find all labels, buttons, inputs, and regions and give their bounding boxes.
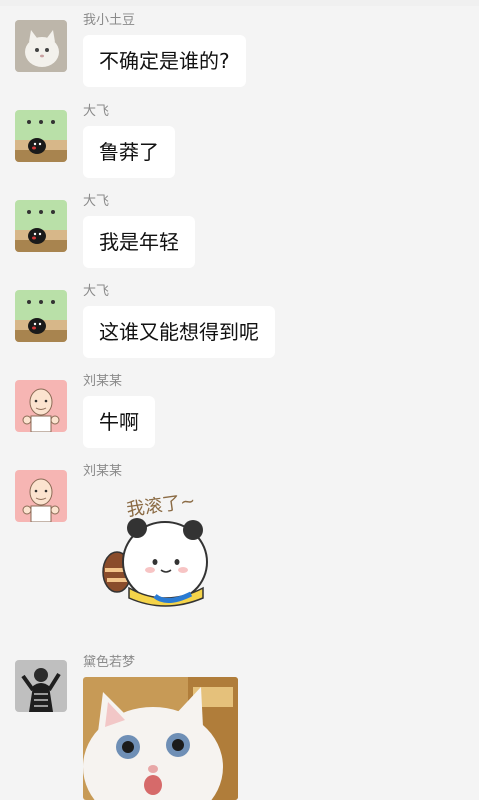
message-bubble[interactable]: 我是年轻: [83, 216, 195, 268]
sender-name: 大飞: [83, 104, 110, 119]
avatar[interactable]: [15, 470, 67, 522]
sender-name: 我小土豆: [83, 13, 136, 28]
sender-name: 大飞: [83, 194, 110, 209]
kumamon-avatar-icon: [15, 200, 67, 252]
avatar[interactable]: [15, 290, 67, 342]
avatar[interactable]: [15, 380, 67, 432]
avatar[interactable]: [15, 110, 67, 162]
sender-name: 大飞: [83, 284, 110, 299]
message-bubble[interactable]: 鲁莽了: [83, 126, 175, 178]
sender-name: 黛色若梦: [83, 655, 136, 670]
sender-name: 刘某某: [83, 374, 123, 389]
kumamon-avatar-icon: [15, 290, 67, 342]
sender-name: 刘某某: [83, 464, 123, 479]
avatar[interactable]: [15, 660, 67, 712]
old-man-cartoon-avatar-icon: [15, 380, 67, 432]
white-cat-photo[interactable]: [83, 677, 238, 800]
avatar[interactable]: [15, 200, 67, 252]
top-divider: [0, 0, 479, 6]
panda-sticker-icon: 我滚了~: [102, 490, 208, 607]
person-photo-avatar-icon: [15, 660, 67, 712]
white-cat-avatar-icon: [15, 20, 67, 72]
kumamon-avatar-icon: [15, 110, 67, 162]
message-bubble[interactable]: 牛啊: [83, 396, 155, 448]
sticker-text: 我滚了~: [125, 490, 196, 520]
panda-sticker[interactable]: 我滚了~: [95, 490, 220, 610]
avatar[interactable]: [15, 20, 67, 72]
message-bubble[interactable]: 不确定是谁的?: [83, 35, 246, 87]
white-cat-photo-icon: [83, 677, 238, 800]
message-bubble[interactable]: 这谁又能想得到呢: [83, 306, 275, 358]
old-man-cartoon-avatar-icon: [15, 470, 67, 522]
